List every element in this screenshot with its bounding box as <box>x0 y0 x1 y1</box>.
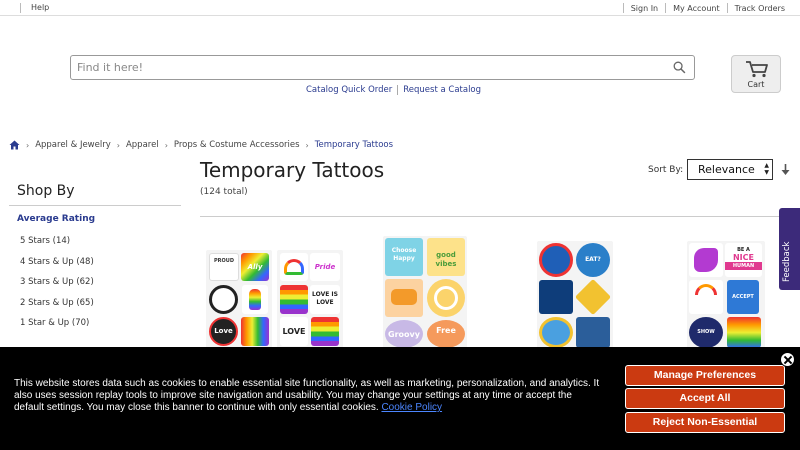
cart-label: Cart <box>747 80 765 89</box>
cart-icon <box>746 61 768 78</box>
divider <box>9 205 181 206</box>
close-icon[interactable] <box>780 352 795 367</box>
rating-filter-3[interactable]: 3 Stars & Up (62) <box>20 277 94 298</box>
sort-label: Sort By: <box>648 165 684 175</box>
search-box <box>70 55 695 80</box>
sticker-hand <box>689 243 723 277</box>
sticker-be-a-nice-human: BE A NICE HUMAN <box>725 243 762 277</box>
sticker-show: SHOW <box>689 317 723 348</box>
sticker-shark-jaws <box>576 317 610 348</box>
sticker-shark-fins <box>539 280 573 314</box>
rating-filter-1[interactable]: 1 Star & Up (70) <box>20 318 94 339</box>
cookie-policy-link[interactable]: Cookie Policy <box>381 402 442 413</box>
sticker-rainbow-letters <box>241 317 269 346</box>
sticker-shark-badge <box>539 317 573 348</box>
result-count: (124 total) <box>200 187 248 197</box>
sticker-van <box>385 279 423 317</box>
sticker-rainbow-heart <box>280 253 308 281</box>
sticker-good-vibes: good vibes <box>427 238 465 276</box>
sticker-love-is-love: LOVE IS LOVE <box>310 285 340 314</box>
help-link[interactable]: Help <box>31 3 49 12</box>
account-links: Sign In My Account Track Orders <box>622 3 792 13</box>
sticker-human-kind <box>689 280 723 314</box>
chevron-right-icon: › <box>26 140 30 150</box>
home-icon[interactable] <box>9 140 20 150</box>
average-rating-facet-title[interactable]: Average Rating <box>17 214 95 224</box>
product-card[interactable]: Choose Happy good vibes Groovy Free <box>380 230 530 350</box>
catalog-links: Catalog Quick Order Request a Catalog <box>306 85 481 95</box>
breadcrumb-current: Temporary Tattoos <box>314 140 394 150</box>
product-card[interactable]: BE A NICE HUMAN ACCEPT SHOW <box>685 230 800 350</box>
sticker-groovy: Groovy <box>385 320 423 348</box>
shop-by-heading: Shop By <box>17 183 75 199</box>
chevron-right-icon: › <box>116 140 120 150</box>
sticker-pride: Pride <box>310 253 340 281</box>
product-image[interactable]: Pride LOVE IS LOVE LOVE <box>277 250 343 348</box>
rating-filter-2[interactable]: 2 Stars & Up (65) <box>20 298 94 319</box>
reject-non-essential-button[interactable]: Reject Non-Essential <box>625 412 785 433</box>
manage-preferences-button[interactable]: Manage Preferences <box>625 365 785 386</box>
product-card[interactable]: PROUD Ally Love Pride LOVE IS LOVE LOVE <box>200 230 350 350</box>
search-icon[interactable] <box>673 61 686 74</box>
breadcrumb-props-costume[interactable]: Props & Costume Accessories <box>174 140 300 150</box>
sticker-eat: EAT? <box>576 243 610 277</box>
product-image[interactable]: Choose Happy good vibes Groovy Free <box>383 236 467 348</box>
sticker-text: HUMAN <box>725 262 762 270</box>
sticker-progress-flag <box>280 285 308 314</box>
chevron-right-icon: › <box>164 140 168 150</box>
product-image[interactable]: EAT? <box>537 241 613 348</box>
sticker-text: NICE <box>732 253 754 262</box>
cart-button[interactable]: Cart <box>731 55 781 93</box>
sticker-love: Love <box>209 317 238 346</box>
sticker-love-block: LOVE <box>280 317 308 346</box>
breadcrumb-apparel[interactable]: Apparel <box>126 140 159 150</box>
sticker-life-ring <box>539 243 573 277</box>
track-orders-link[interactable]: Track Orders <box>728 4 792 13</box>
sticker-blessed <box>209 285 238 314</box>
sticker-rainbow-flag <box>311 317 339 346</box>
product-card[interactable]: EAT? <box>535 230 685 350</box>
sticker-choose-happy: Choose Happy <box>385 238 423 276</box>
cookie-message-text: This website stores data such as cookies… <box>14 378 600 413</box>
sticker-peace-sign <box>427 279 465 317</box>
sort-direction-icon[interactable] <box>781 164 790 176</box>
top-utility-bar: Help Sign In My Account Track Orders <box>0 0 800 16</box>
request-catalog-link[interactable]: Request a Catalog <box>403 85 481 95</box>
rating-filter-4[interactable]: 4 Stars & Up (48) <box>20 257 94 278</box>
rating-filter-5[interactable]: 5 Stars (14) <box>20 236 94 257</box>
sticker-proud: PROUD <box>209 253 239 281</box>
cookie-message: This website stores data such as cookies… <box>14 378 604 414</box>
divider <box>20 3 21 13</box>
sort-select[interactable]: Relevance ▲ ▼ <box>687 159 773 180</box>
product-image[interactable]: PROUD Ally Love <box>206 250 272 348</box>
my-account-link[interactable]: My Account <box>666 4 726 13</box>
select-arrows-icon: ▲ ▼ <box>764 162 769 176</box>
sticker-accept: ACCEPT <box>727 280 759 314</box>
breadcrumb: › Apparel & Jewelry › Apparel › Props & … <box>9 140 393 150</box>
rating-facet-list: 5 Stars (14) 4 Stars & Up (48) 3 Stars &… <box>20 236 94 339</box>
catalog-quick-order-link[interactable]: Catalog Quick Order <box>306 85 392 95</box>
breadcrumb-apparel-jewelry[interactable]: Apparel & Jewelry <box>35 140 111 150</box>
search-input[interactable] <box>71 56 661 79</box>
sort-value: Relevance <box>698 163 755 176</box>
sticker-free: Free <box>427 320 465 348</box>
sign-in-link[interactable]: Sign In <box>624 4 665 13</box>
sticker-shark-warning <box>574 278 612 316</box>
sticker-celebrate <box>727 317 761 348</box>
page-title: Temporary Tattoos <box>200 158 385 182</box>
product-image[interactable]: BE A NICE HUMAN ACCEPT SHOW <box>687 241 765 348</box>
divider <box>397 85 399 95</box>
chevron-right-icon: › <box>305 140 309 150</box>
sticker-peace-hand <box>242 285 268 314</box>
accept-all-button[interactable]: Accept All <box>625 388 785 409</box>
divider <box>200 216 800 217</box>
sticker-ally: Ally <box>241 253 269 281</box>
